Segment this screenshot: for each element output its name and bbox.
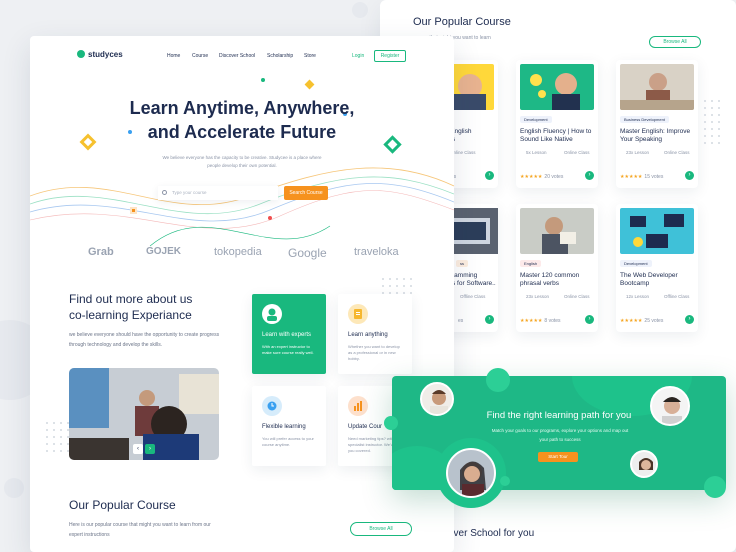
discover-title: over School for you: [448, 528, 535, 539]
decor-circle: [384, 416, 398, 430]
course-thumbnail: [620, 64, 694, 110]
feature-title: Update Cour: [348, 424, 383, 430]
feature-title: Flexible learning: [262, 424, 306, 430]
brand-tokopedia: tokopedia: [214, 246, 262, 258]
nav-scholarship[interactable]: Scholarship: [267, 53, 293, 59]
nav-home[interactable]: Home: [167, 53, 180, 59]
bg-dot: [4, 478, 24, 498]
feature-card-anything[interactable]: Learn anything Whether you want to devel…: [338, 294, 412, 374]
arrow-right-icon[interactable]: ›: [485, 315, 494, 324]
hero-title-line2: and Accelerate Future: [147, 122, 337, 142]
expert-icon: [262, 304, 282, 324]
arrow-right-icon[interactable]: ›: [685, 315, 694, 324]
course-thumbnail: [620, 208, 694, 254]
nav-course[interactable]: Course: [192, 53, 208, 59]
login-link[interactable]: Login: [352, 53, 364, 59]
popular-title: Our Popular Course: [69, 498, 176, 512]
brand-gojek: GOJEK: [146, 246, 182, 257]
course-title: Master English: Improve Your Speaking: [620, 128, 691, 143]
feature-title: Learn with experts: [262, 332, 312, 338]
course-rating: ★★★★★ 15 votes: [620, 174, 664, 180]
clipboard-icon: [348, 304, 368, 324]
course-thumbnail: [520, 208, 594, 254]
course-tag: English: [520, 260, 542, 267]
feature-text: With an expert instructor to make sure c…: [262, 344, 314, 355]
browse-all-button[interactable]: Browse All: [350, 522, 412, 536]
feature-text: You will prefer access to your course an…: [262, 436, 314, 447]
decor-circle: [500, 476, 510, 486]
feature-text: Whether you want to develop as a profess…: [348, 344, 400, 361]
course-tag: Business Development: [620, 116, 669, 123]
search-input[interactable]: Type your course: [158, 186, 278, 200]
section-title: Our Popular Course: [413, 16, 511, 28]
course-rating: ★★★★★ 8 votes: [520, 318, 561, 324]
feature-card-experts[interactable]: Learn with experts With an expert instru…: [252, 294, 326, 374]
avatar: [630, 450, 658, 478]
course-title: The Web Developer Bootcamp: [620, 272, 678, 287]
brand-google: Google: [288, 246, 327, 260]
course-card[interactable]: Development The Web Developer Bootcamp 1…: [616, 204, 698, 332]
course-card[interactable]: English Master 120 common phrasal verbs …: [516, 204, 598, 332]
course-rating: es: [458, 318, 464, 324]
course-rating: ★★★★★ 20 votes: [520, 174, 564, 180]
search-course-button[interactable]: Search Course: [284, 186, 328, 200]
course-title: English Fluency | How to Sound Like Nati…: [520, 128, 592, 143]
dot-shape: [268, 216, 272, 220]
about-title-line1: Find out more about us: [69, 292, 193, 306]
course-card[interactable]: Development English Fluency | How to Sou…: [516, 60, 598, 188]
decor-circle: [704, 476, 726, 498]
register-button[interactable]: Register: [374, 50, 406, 62]
course-rating: ★★★★★ 25 votes: [620, 318, 664, 324]
brand-grab: Grab: [88, 246, 114, 258]
banner-subtitle: Match your goals to our programs, explor…: [491, 428, 629, 442]
avatar: [446, 448, 496, 498]
hero-title-line1: Learn Anytime, Anywhere,: [129, 98, 355, 118]
brand-traveloka: traveloka: [354, 246, 399, 258]
square-shape: [130, 207, 137, 214]
arrow-right-icon[interactable]: ›: [585, 171, 594, 180]
chart-icon: [348, 396, 368, 416]
avatar: [420, 382, 454, 416]
carousel-prev-button[interactable]: ‹: [133, 444, 143, 454]
course-thumbnail: [520, 64, 594, 110]
course-tag: ss: [456, 260, 468, 267]
clock-icon: [262, 396, 282, 416]
start-tour-button[interactable]: Start Tour: [538, 452, 578, 462]
arrow-right-icon[interactable]: ›: [485, 171, 494, 180]
carousel-next-button[interactable]: ›: [145, 444, 155, 454]
popular-text: Here is our popular course that might yo…: [69, 522, 211, 538]
about-title-line2: co-learning Experiance: [69, 308, 192, 322]
hero-subtitle: We believe everyone has the capacity to …: [162, 155, 322, 168]
course-tag: Development: [620, 260, 652, 267]
about-text: we believe everyone should have the oppo…: [69, 332, 220, 348]
browse-all-button[interactable]: Browse All: [649, 36, 701, 48]
logo[interactable]: studyces: [77, 50, 123, 59]
search-icon: [162, 190, 167, 195]
feature-card-flexible[interactable]: Flexible learning You will prefer access…: [252, 386, 326, 466]
arrow-right-icon[interactable]: ›: [585, 315, 594, 324]
avatar: [650, 386, 690, 426]
bg-dot: [352, 2, 368, 18]
decor-circle: [486, 368, 510, 392]
nav-discover-school[interactable]: Discover School: [219, 53, 255, 59]
arrow-right-icon[interactable]: ›: [685, 171, 694, 180]
dot-shape: [261, 78, 265, 82]
course-title: ramming s for Software..: [452, 272, 496, 287]
dot-pattern: [46, 422, 69, 452]
dot-pattern: [704, 100, 720, 144]
course-title: Master 120 common phrasal verbs: [520, 272, 580, 287]
course-tag: Development: [520, 116, 552, 123]
landing-page: studyces Home Course Discover School Sch…: [30, 36, 454, 552]
logo-icon: [77, 50, 85, 58]
feature-title: Learn anything: [348, 332, 388, 338]
course-card[interactable]: Business Development Master English: Imp…: [616, 60, 698, 188]
nav-store[interactable]: Store: [304, 53, 316, 59]
